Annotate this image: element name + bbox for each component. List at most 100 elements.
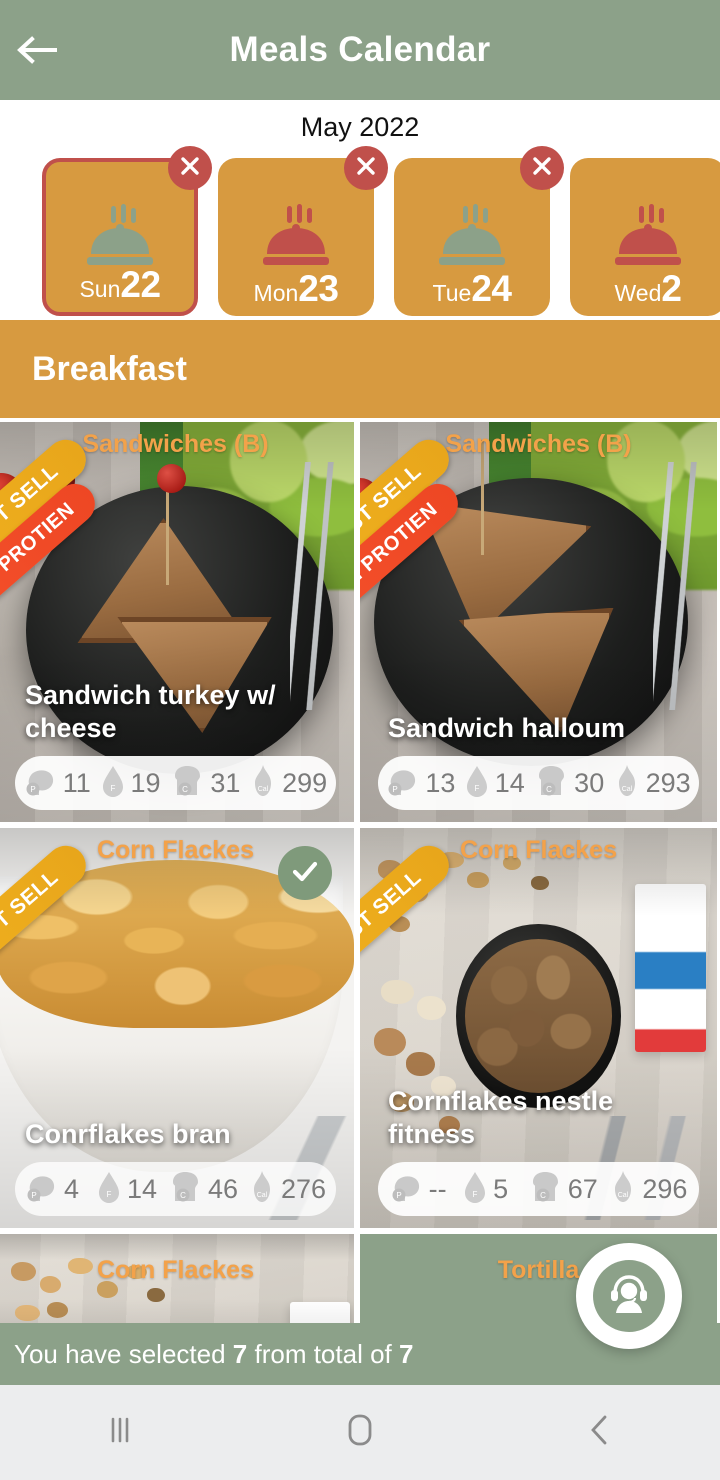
- date-card-close-button[interactable]: [344, 146, 388, 190]
- selection-middle: from total of: [254, 1338, 392, 1369]
- calories-value: 276: [280, 1173, 327, 1204]
- support-fab-inner: [593, 1260, 665, 1332]
- meal-name: Sandwich halloum: [388, 712, 626, 743]
- date-card-dow: Sun: [79, 276, 121, 302]
- svg-text:F: F: [106, 1190, 111, 1199]
- date-card-date: Mon 23: [218, 268, 374, 310]
- nutrition-protein: P 11: [24, 764, 91, 803]
- nutrition-pill: P 4 F 14 C 46 Cal 276: [15, 1162, 336, 1216]
- nutrition-pill: P 11 F 19 C 31 Cal 299: [15, 756, 336, 810]
- protein-icon: P: [386, 764, 420, 803]
- calories-flame-icon: Cal: [609, 1170, 637, 1209]
- fat-value: 5: [493, 1173, 509, 1204]
- nutrition-carbs: C 30: [533, 764, 604, 803]
- svg-text:Cal: Cal: [621, 786, 632, 793]
- back-chevron-icon: [585, 1412, 615, 1453]
- date-card-day: 24: [471, 268, 512, 309]
- fat-droplet-icon: F: [462, 1170, 488, 1209]
- recents-icon: [103, 1413, 137, 1452]
- nutrition-carbs: C 46: [167, 1170, 238, 1209]
- support-fab[interactable]: [576, 1243, 682, 1349]
- nutrition-calories: Cal 299: [249, 764, 327, 803]
- fat-droplet-icon: F: [464, 764, 490, 803]
- svg-text:Cal: Cal: [258, 786, 269, 793]
- date-card-day: 23: [298, 268, 339, 309]
- protein-value: 4: [63, 1173, 79, 1204]
- carbs-value: 67: [567, 1173, 598, 1204]
- carbs-value: 31: [210, 767, 241, 798]
- nutrition-protein: P 13: [386, 764, 455, 803]
- support-agent-icon: [604, 1269, 654, 1324]
- nutrition-protein: P --: [390, 1170, 451, 1209]
- calories-value: 299: [282, 767, 328, 798]
- close-icon: [179, 155, 201, 182]
- svg-text:C: C: [182, 785, 188, 794]
- svg-text:C: C: [546, 785, 552, 794]
- svg-text:C: C: [180, 1191, 186, 1200]
- nutrition-calories: Cal 276: [248, 1170, 326, 1209]
- date-card-close-button[interactable]: [168, 146, 212, 190]
- meal-card[interactable]: Corn Flackes BEST SELL Cornflakes nestle…: [360, 828, 717, 1228]
- date-card-date: Sun 22: [46, 264, 194, 306]
- meal-section-title: Breakfast: [32, 349, 187, 388]
- date-scroller[interactable]: Sun 22 Mon 23 Tue 24 Wed 2: [0, 146, 720, 316]
- page-title: Meals Calendar: [229, 30, 491, 69]
- protein-icon: P: [25, 1170, 59, 1209]
- meal-grid: Sandwiches (B) BEST SELL HIGH PROTIEN Sa…: [0, 418, 720, 1352]
- carbs-value: 30: [574, 767, 605, 798]
- fat-droplet-icon: F: [96, 1170, 122, 1209]
- meal-card[interactable]: Sandwiches (B) BEST SELL HIGH PROTIEN Sa…: [0, 422, 354, 822]
- date-card-wrap: Sun 22: [42, 146, 212, 316]
- close-icon: [531, 155, 553, 182]
- protein-icon: P: [24, 764, 58, 803]
- date-strip: May 2022 Sun 22 Mon 23 Tue 24 Wed 2: [0, 100, 720, 320]
- date-card-dow: Tue: [432, 280, 472, 306]
- meal-section-header[interactable]: Breakfast: [0, 320, 720, 418]
- svg-text:P: P: [393, 785, 398, 794]
- protein-value: 11: [62, 767, 91, 798]
- meal-card[interactable]: Corn Flackes BEST SELL Conrflakes bran P: [0, 828, 354, 1228]
- nutrition-carbs: C 31: [169, 764, 240, 803]
- fat-droplet-icon: F: [100, 764, 126, 803]
- nav-back-button[interactable]: [540, 1385, 660, 1480]
- date-card-wed[interactable]: Wed 2: [570, 158, 720, 316]
- nav-recents-button[interactable]: [60, 1385, 180, 1480]
- nutrition-protein: P 4: [25, 1170, 86, 1209]
- selected-count: 7: [232, 1338, 248, 1369]
- selected-check-badge[interactable]: [278, 846, 332, 900]
- svg-text:F: F: [110, 784, 115, 793]
- system-nav-bar: [0, 1385, 720, 1480]
- nutrition-pill: P -- F 5 C 67 Cal 296: [378, 1162, 699, 1216]
- carbs-bread-icon: C: [169, 764, 205, 803]
- meal-card[interactable]: Sandwiches (B) BEST SELL HIGH PROTIEN Sa…: [360, 422, 717, 822]
- date-card-wrap: Mon 23: [218, 146, 388, 316]
- calories-flame-icon: Cal: [249, 764, 277, 803]
- nutrition-calories: Cal 293: [613, 764, 691, 803]
- protein-value: 13: [425, 767, 456, 798]
- month-label: May 2022: [300, 112, 420, 142]
- svg-text:F: F: [474, 784, 479, 793]
- svg-text:P: P: [396, 1191, 401, 1200]
- calories-value: 296: [642, 1173, 688, 1204]
- fat-value: 19: [130, 767, 161, 798]
- meal-name: Sandwich turkey w/ cheese: [25, 680, 276, 743]
- protein-value: --: [428, 1173, 447, 1204]
- date-card-wrap: Wed 2: [570, 146, 720, 316]
- close-icon: [355, 155, 377, 182]
- meal-name: Cornflakes nestle fitness: [388, 1086, 614, 1149]
- meal-category-label: Corn Flackes: [96, 1256, 254, 1284]
- date-card-date: Tue 24: [394, 268, 550, 310]
- svg-text:C: C: [540, 1191, 546, 1200]
- nutrition-calories: Cal 296: [609, 1170, 687, 1209]
- calories-flame-icon: Cal: [613, 764, 641, 803]
- svg-text:F: F: [473, 1190, 478, 1199]
- nutrition-fat: F 19: [100, 764, 161, 803]
- date-card-wrap: Tue 24: [394, 146, 564, 316]
- fat-value: 14: [126, 1173, 157, 1204]
- nav-home-button[interactable]: [300, 1385, 420, 1480]
- carbs-value: 46: [207, 1173, 238, 1204]
- meal-name: Conrflakes bran: [25, 1118, 231, 1149]
- date-card-close-button[interactable]: [520, 146, 564, 190]
- app-bar: Meals Calendar: [0, 0, 720, 100]
- nutrition-fat: F 14: [96, 1170, 157, 1209]
